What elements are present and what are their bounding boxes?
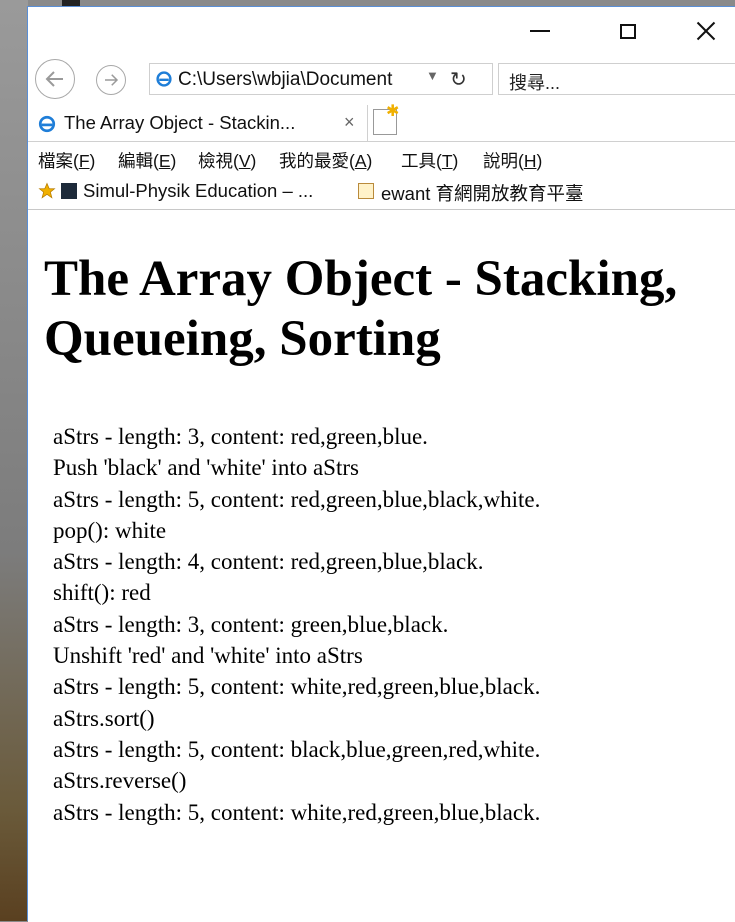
menu-bar: 檔案(F) 編輯(E) 檢視(V) 我的最愛(A) 工具(T) 說明(H)	[28, 142, 735, 174]
output-line: Push 'black' and 'white' into aStrs	[53, 455, 359, 481]
back-arrow-icon	[45, 71, 63, 87]
menu-favorites[interactable]: 我的最愛(A)	[279, 148, 372, 173]
page-content: The Array Object - Stacking, Queueing, S…	[28, 210, 735, 922]
title-bar[interactable]	[28, 7, 735, 55]
output-list: aStrs - length: 3, content: red,green,bl…	[53, 421, 540, 828]
tab-close-icon[interactable]: ×	[344, 112, 355, 133]
menu-file[interactable]: 檔案(F)	[38, 148, 95, 173]
search-box[interactable]: 搜尋...	[498, 63, 735, 95]
tab-title: The Array Object - Stackin...	[64, 112, 296, 133]
favorite-link-ewant[interactable]: ewant 育網開放教育平臺	[381, 180, 584, 206]
menu-tools[interactable]: 工具(T)	[401, 148, 458, 173]
output-line: aStrs - length: 4, content: red,green,bl…	[53, 549, 484, 575]
navigation-bar: C:\Users\wbjia\Document ▼ ↻ 搜尋...	[28, 55, 735, 103]
close-window-button[interactable]	[684, 15, 728, 47]
internet-explorer-icon	[156, 71, 172, 87]
output-line: aStrs - length: 3, content: red,green,bl…	[53, 424, 428, 449]
output-line: aStrs.sort()	[53, 705, 155, 731]
close-icon	[696, 21, 716, 41]
address-bar[interactable]: C:\Users\wbjia\Document ▼ ↻	[149, 63, 493, 95]
star-icon[interactable]	[37, 182, 57, 200]
forward-arrow-icon	[105, 74, 119, 86]
output-line: pop(): white	[53, 517, 167, 543]
address-dropdown-icon[interactable]: ▼	[426, 68, 439, 83]
forward-button[interactable]	[96, 65, 126, 95]
browser-chrome: C:\Users\wbjia\Document ▼ ↻ 搜尋... The Ar…	[28, 7, 735, 210]
output-line: shift(): red	[53, 580, 151, 606]
favorites-bar: Simul-Physik Education – ... ewant 育網開放教…	[28, 175, 735, 209]
output-line: Unshift 'red' and 'white' into aStrs	[53, 643, 363, 669]
back-button[interactable]	[35, 59, 75, 99]
minimize-button[interactable]	[518, 15, 562, 47]
output-line: aStrs - length: 5, content: red,green,bl…	[53, 486, 541, 512]
output-line: aStrs - length: 3, content: green,blue,b…	[53, 611, 449, 637]
maximize-icon	[620, 23, 636, 39]
output-line: aStrs.reverse()	[53, 768, 187, 794]
address-text[interactable]: C:\Users\wbjia\Document	[178, 69, 392, 91]
favorite-site-icon	[61, 183, 77, 199]
refresh-icon[interactable]: ↻	[450, 67, 467, 92]
menu-view[interactable]: 檢視(V)	[198, 148, 256, 173]
search-placeholder: 搜尋...	[509, 73, 561, 93]
tab-strip: The Array Object - Stackin... ×	[28, 101, 735, 142]
maximize-button[interactable]	[606, 15, 650, 47]
desktop-background	[0, 0, 28, 921]
menu-edit[interactable]: 編輯(E)	[118, 148, 176, 173]
output-line: aStrs - length: 5, content: white,red,gr…	[53, 799, 541, 825]
page-title: The Array Object - Stacking, Queueing, S…	[44, 251, 678, 367]
new-tab-button[interactable]	[373, 101, 399, 135]
active-tab[interactable]: The Array Object - Stackin... ×	[28, 105, 368, 141]
menu-help[interactable]: 說明(H)	[483, 148, 542, 173]
minimize-icon	[530, 30, 550, 32]
ewant-icon	[358, 183, 374, 199]
browser-window: C:\Users\wbjia\Document ▼ ↻ 搜尋... The Ar…	[27, 6, 735, 922]
favorite-link-simul-physik[interactable]: Simul-Physik Education – ...	[83, 180, 313, 202]
output-line: aStrs - length: 5, content: black,blue,g…	[53, 736, 541, 762]
output-line: aStrs - length: 5, content: white,red,gr…	[53, 674, 541, 700]
internet-explorer-icon	[38, 115, 56, 133]
